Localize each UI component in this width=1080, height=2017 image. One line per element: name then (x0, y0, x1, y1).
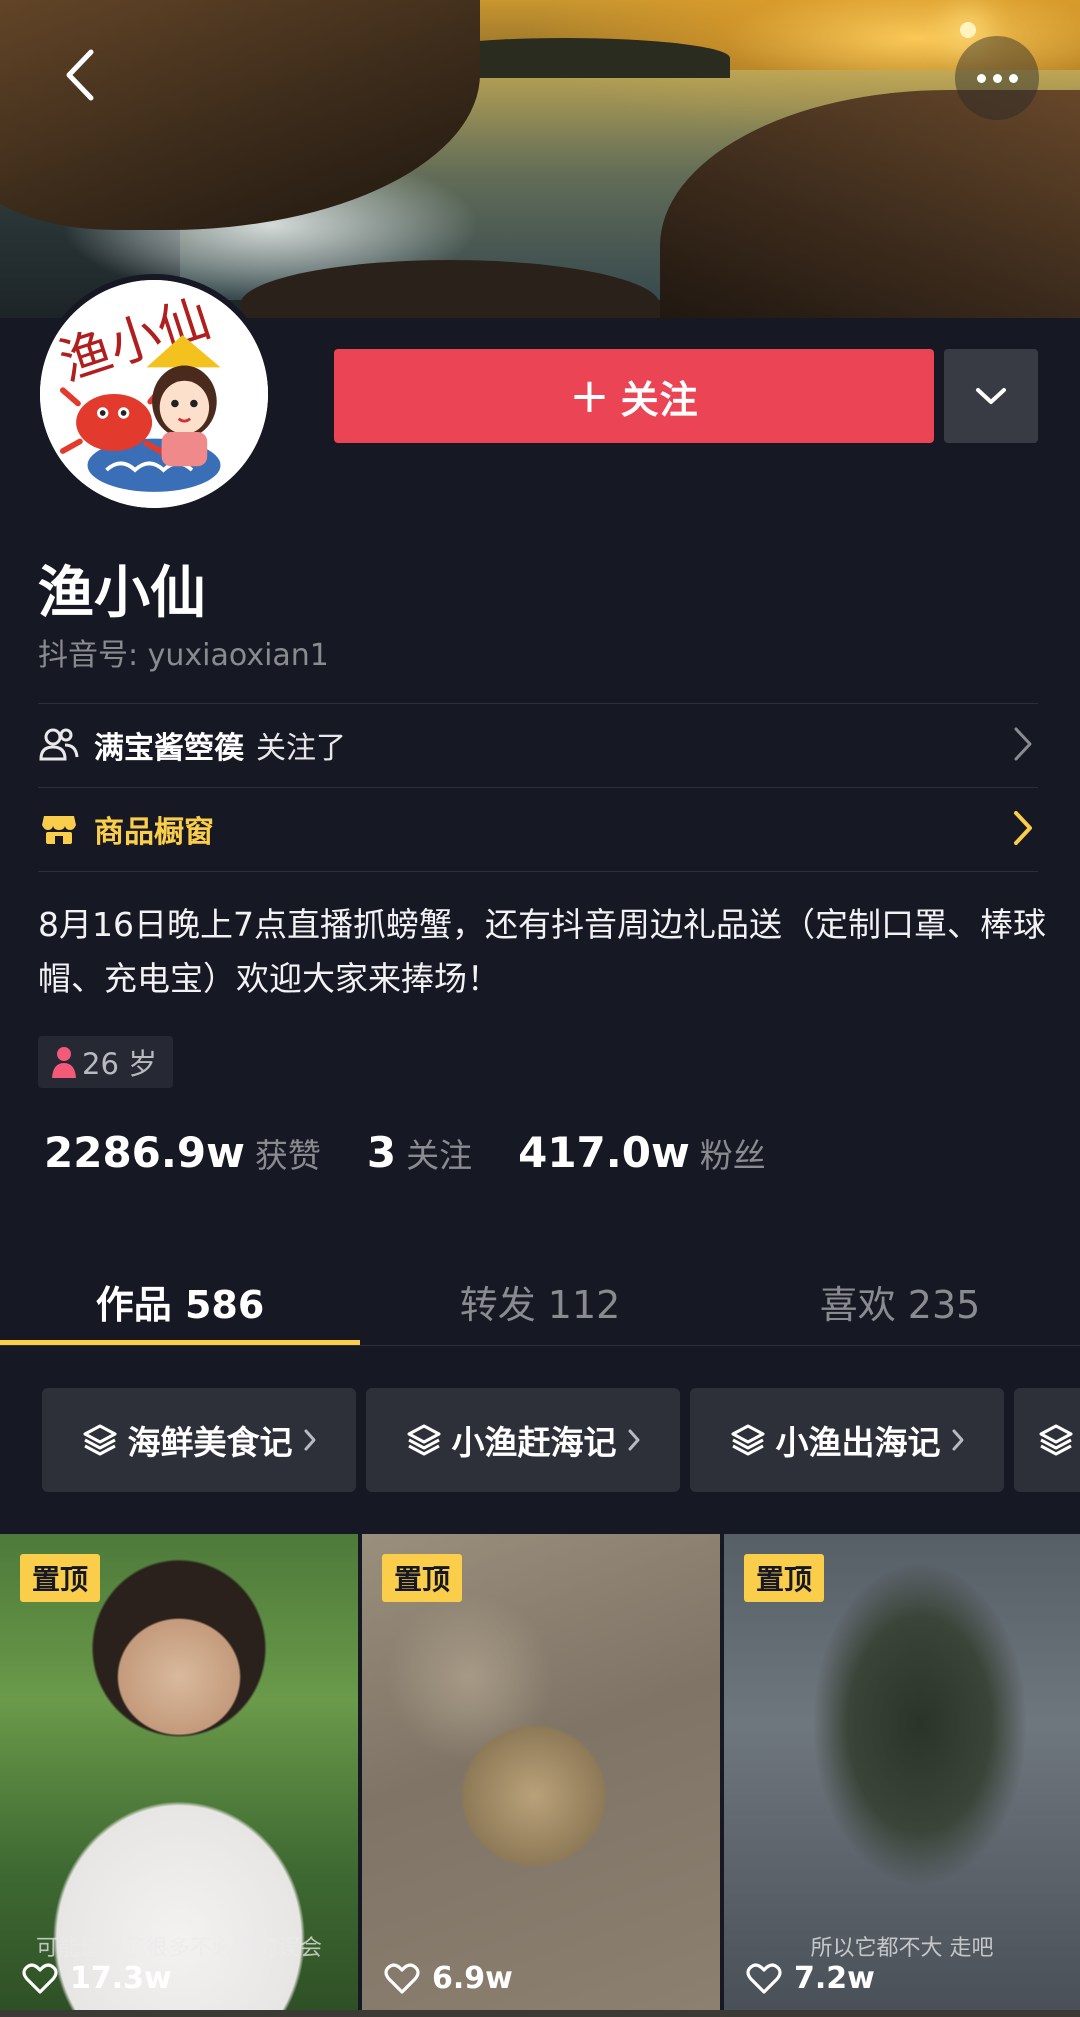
age-tag: 26 岁 (38, 1036, 174, 1088)
tab-reposts[interactable]: 转发 112 (360, 1256, 720, 1346)
video-likes: 7.2w (746, 1961, 875, 1996)
fans-count[interactable]: 417.0w (518, 1128, 690, 1177)
mutual-follow-row[interactable]: 满宝酱箜篌 关注了 (38, 703, 1038, 787)
pinned-badge: 置顶 (744, 1554, 825, 1602)
collection-label: 小渔赶海记 (451, 1423, 617, 1462)
collection-label: 海鲜美食记 (127, 1423, 293, 1462)
mutual-follower-name[interactable]: 满宝酱箜篌 (94, 723, 244, 767)
collection-chip[interactable] (1014, 1388, 1080, 1492)
mutual-follow-suffix: 关注了 (256, 731, 346, 766)
video-grid: 置顶 可能造成了很多不必要的误会 17.3w 置顶 6.9w 置顶 所以它都不大… (0, 1534, 1080, 2017)
shop-icon (38, 808, 80, 850)
video-thumbnail[interactable]: 置顶 6.9w (362, 1534, 720, 2010)
collections-row: 海鲜美食记 小渔赶海记 小渔出海记 (42, 1388, 1080, 1492)
video-likes: 17.3w (22, 1961, 172, 1996)
recommend-dropdown-button[interactable] (944, 349, 1038, 443)
heart-icon (22, 1962, 58, 1994)
chevron-down-icon (976, 388, 1006, 404)
chevron-right-icon (628, 1429, 639, 1451)
fans-label[interactable]: 粉丝 (700, 1129, 766, 1177)
pinned-badge: 置顶 (20, 1554, 101, 1602)
heart-icon (746, 1962, 782, 1994)
bio-text: 8月16日晚上7点直播抓螃蟹，还有抖音周边礼品送（定制口罩、棒球帽、充电宝）欢迎… (38, 905, 1046, 998)
collection-label: 小渔出海记 (775, 1423, 941, 1462)
age-label: 26 岁 (82, 1047, 158, 1081)
next-row-preview (0, 2010, 1080, 2017)
likes-count: 7.2w (794, 1961, 875, 1996)
chevron-right-icon (1014, 811, 1032, 845)
product-showcase-row[interactable]: 商品橱窗 (38, 787, 1038, 871)
likes-count: 2286.9w (44, 1128, 245, 1177)
ellipsis-icon (976, 73, 986, 83)
layers-icon (1039, 1424, 1073, 1456)
product-showcase-label: 商品橱窗 (94, 815, 214, 850)
divider (0, 1345, 1080, 1346)
collection-chip[interactable]: 小渔赶海记 (366, 1388, 680, 1492)
layers-icon (407, 1424, 440, 1456)
stats-bar: 2286.9w 获赞 3 关注 417.0w 粉丝 (44, 1128, 812, 1177)
layers-icon (731, 1424, 764, 1456)
follow-button[interactable]: + 关注 (334, 349, 934, 443)
video-thumbnail[interactable]: 置顶 所以它都不大 走吧 7.2w (724, 1534, 1080, 2010)
female-icon (52, 1047, 76, 1078)
chevron-right-icon (304, 1429, 315, 1451)
cover-image (0, 0, 1080, 318)
tab-likes[interactable]: 喜欢 235 (720, 1256, 1080, 1346)
people-icon (38, 724, 80, 766)
divider (38, 871, 1038, 872)
content-tabs: 作品 586 转发 112 喜欢 235 (0, 1256, 1080, 1346)
avatar[interactable]: 渔小仙 (34, 274, 274, 514)
back-button[interactable] (50, 40, 110, 110)
collection-chip[interactable]: 小渔出海记 (690, 1388, 1004, 1492)
video-thumbnail[interactable]: 置顶 可能造成了很多不必要的误会 17.3w (0, 1534, 358, 2010)
video-likes: 6.9w (384, 1961, 513, 1996)
douyin-id: 抖音号: yuxiaoxian1 (38, 638, 329, 673)
layers-icon (83, 1424, 116, 1456)
video-subtitle: 可能造成了很多不必要的误会 (35, 1936, 322, 1961)
plus-icon: + (569, 368, 611, 424)
following-label[interactable]: 关注 (406, 1129, 472, 1177)
more-button[interactable] (955, 36, 1039, 120)
chevron-right-icon (1014, 727, 1032, 761)
following-count[interactable]: 3 (367, 1128, 396, 1177)
chevron-left-icon (66, 49, 94, 101)
video-subtitle: 所以它都不大 走吧 (810, 1936, 994, 1961)
likes-count: 17.3w (70, 1961, 172, 1996)
collection-chip[interactable]: 海鲜美食记 (42, 1388, 356, 1492)
tab-works[interactable]: 作品 586 (0, 1256, 360, 1346)
chevron-right-icon (952, 1429, 963, 1451)
likes-label: 获赞 (254, 1136, 321, 1175)
pinned-badge: 置顶 (382, 1554, 463, 1602)
follow-button-label: 关注 (620, 377, 699, 422)
likes-count: 6.9w (432, 1961, 513, 1996)
profile-name: 渔小仙 (38, 561, 206, 626)
heart-icon (384, 1962, 420, 1994)
